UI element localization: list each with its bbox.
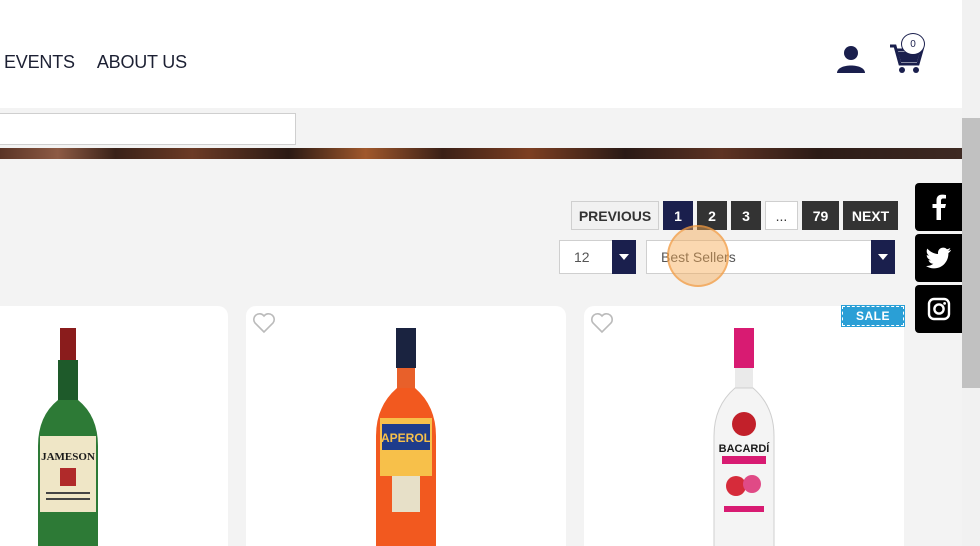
sale-badge: SALE [841, 305, 905, 327]
bottle-label: JAMESON [41, 451, 95, 463]
pagination-previous-button[interactable]: PREVIOUS [571, 201, 659, 230]
chevron-down-icon[interactable] [612, 240, 636, 274]
product-image[interactable]: JAMESON [28, 326, 108, 546]
heart-icon[interactable] [252, 312, 276, 334]
product-card-bacardi[interactable]: BACARDÍ [584, 306, 904, 546]
main-nav: EVENTS ABOUT US [4, 52, 187, 73]
chevron-down-icon[interactable] [871, 240, 895, 274]
nav-about-us[interactable]: ABOUT US [97, 52, 187, 73]
per-page-value: 12 [574, 249, 590, 265]
twitter-icon [925, 247, 951, 269]
pagination-next-button[interactable]: NEXT [843, 201, 898, 230]
facebook-button[interactable] [915, 183, 962, 231]
product-image[interactable]: APEROL [366, 326, 446, 546]
facebook-icon [932, 194, 946, 220]
bottle-label: BACARDÍ [719, 442, 771, 455]
pagination-page-3[interactable]: 3 [731, 201, 761, 230]
product-card-jameson[interactable]: JAMESON [0, 306, 228, 546]
cart-count-badge: 0 [901, 33, 925, 55]
search-input[interactable] [0, 113, 296, 145]
site-header: EVENTS ABOUT US 0 [0, 0, 962, 108]
product-card-aperol[interactable]: APEROL [246, 306, 566, 546]
pagination-page-last[interactable]: 79 [802, 201, 839, 230]
page-scrollbar-thumb[interactable] [962, 118, 980, 388]
product-image[interactable]: BACARDÍ [704, 326, 784, 546]
per-page-select[interactable]: 12 [559, 240, 636, 274]
pagination-ellipsis: ... [765, 201, 798, 230]
click-indicator [667, 225, 729, 287]
user-icon[interactable] [836, 44, 866, 74]
instagram-button[interactable] [915, 285, 962, 333]
pagination: PREVIOUS 1 2 3 ... 79 NEXT [571, 201, 898, 230]
heart-icon[interactable] [590, 312, 614, 334]
twitter-button[interactable] [915, 234, 962, 282]
page: EVENTS ABOUT US 0 PREVIOUS 1 2 3 ... 79 … [0, 0, 980, 546]
search-area [0, 108, 962, 148]
instagram-icon [927, 297, 950, 321]
hero-banner-strip [0, 148, 962, 159]
bottle-label: APEROL [381, 431, 431, 445]
nav-events[interactable]: EVENTS [4, 52, 75, 73]
social-sidebar [915, 183, 962, 336]
